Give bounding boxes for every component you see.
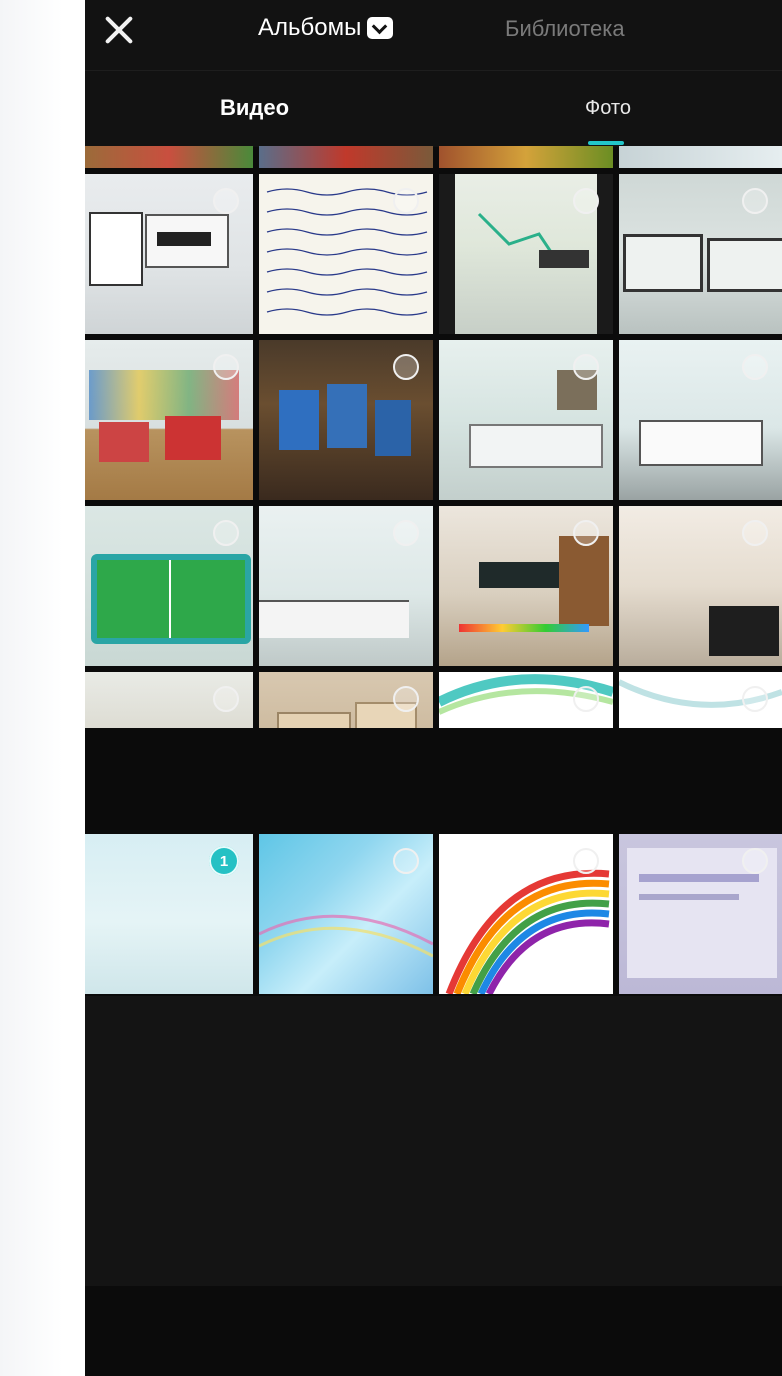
select-circle[interactable] <box>573 354 599 380</box>
thumbnail[interactable] <box>439 174 613 334</box>
select-circle[interactable] <box>213 188 239 214</box>
thumbnail-partial <box>439 146 613 168</box>
select-circle[interactable] <box>742 848 768 874</box>
select-circle[interactable] <box>393 188 419 214</box>
select-circle[interactable] <box>742 354 768 380</box>
top-bar: Альбомы Библиотека <box>85 0 782 70</box>
phone-screen: Альбомы Библиотека Видео Фото 1 <box>85 0 782 1376</box>
thumbnail[interactable] <box>259 340 433 500</box>
thumbnail-partial <box>619 146 782 168</box>
select-circle[interactable] <box>573 848 599 874</box>
tab-photo[interactable]: Фото <box>585 97 631 120</box>
albums-label: Альбомы <box>258 14 362 41</box>
select-circle[interactable] <box>742 520 768 546</box>
close-icon[interactable] <box>103 14 135 46</box>
select-circle[interactable] <box>742 188 768 214</box>
select-circle[interactable] <box>213 354 239 380</box>
tab-video[interactable]: Видео <box>220 95 289 121</box>
thumbnail[interactable] <box>85 672 253 728</box>
select-circle[interactable] <box>393 354 419 380</box>
thumbnail[interactable] <box>85 506 253 666</box>
selection-tray <box>85 996 782 1286</box>
thumbnail-partial <box>85 146 253 168</box>
select-circle[interactable] <box>573 520 599 546</box>
thumbnail[interactable] <box>619 672 782 728</box>
select-circle[interactable] <box>573 686 599 712</box>
select-circle[interactable] <box>393 686 419 712</box>
thumbnail[interactable] <box>259 672 433 728</box>
thumbnail[interactable] <box>619 834 782 994</box>
thumbnail-selected[interactable]: 1 <box>85 834 253 994</box>
media-type-tabs: Видео Фото <box>85 70 782 147</box>
select-circle[interactable] <box>573 188 599 214</box>
select-circle[interactable] <box>393 848 419 874</box>
thumbnail[interactable] <box>439 340 613 500</box>
thumbnail[interactable] <box>439 834 613 994</box>
active-tab-indicator <box>588 141 624 145</box>
select-circle[interactable] <box>393 520 419 546</box>
thumbnail[interactable] <box>259 834 433 994</box>
chevron-down-icon <box>367 17 394 39</box>
library-tab[interactable]: Библиотека <box>505 16 625 42</box>
thumbnail[interactable] <box>619 174 782 334</box>
thumbnail[interactable] <box>619 340 782 500</box>
thumbnail[interactable] <box>619 506 782 666</box>
thumbnail[interactable] <box>85 174 253 334</box>
select-circle[interactable] <box>213 520 239 546</box>
thumbnail[interactable] <box>85 340 253 500</box>
thumbnail[interactable] <box>259 506 433 666</box>
thumbnail-partial <box>259 146 433 168</box>
albums-dropdown[interactable]: Альбомы <box>258 14 394 42</box>
selection-order-badge[interactable]: 1 <box>209 846 239 876</box>
thumbnail[interactable] <box>259 174 433 334</box>
thumbnail[interactable] <box>439 672 613 728</box>
photo-grid[interactable] <box>85 146 782 728</box>
select-circle[interactable] <box>213 686 239 712</box>
select-circle[interactable] <box>742 686 768 712</box>
thumbnail[interactable] <box>439 506 613 666</box>
